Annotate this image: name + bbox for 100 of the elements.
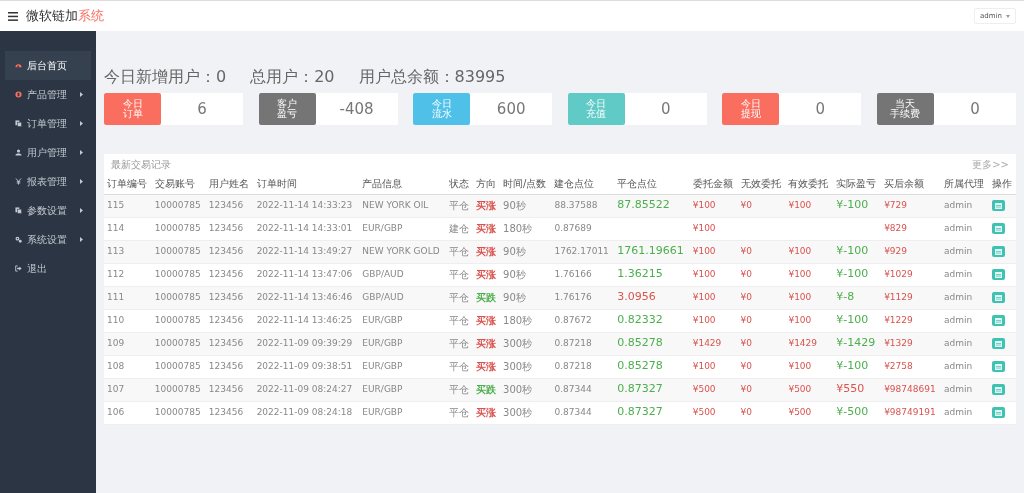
table-cell: ¥829	[881, 217, 941, 240]
table-cell: GBP/AUD	[359, 286, 446, 309]
table-cell: ¥1429	[785, 332, 834, 355]
stat-label: 今日提现	[722, 93, 780, 125]
table-cell: ¥-100	[833, 263, 882, 286]
table-cell: 123456	[205, 355, 254, 378]
table-cell: ¥-100	[833, 309, 882, 332]
column-header: 无效委托	[737, 174, 786, 194]
table-cell: 110	[104, 309, 152, 332]
table-cell: admin	[941, 217, 989, 240]
table-cell: ¥100	[785, 194, 834, 217]
table-cell: ¥100	[689, 263, 738, 286]
stat-label: 客户盈亏	[258, 93, 316, 125]
table-cell: ¥-100	[833, 240, 882, 263]
table-cell: ¥0	[737, 355, 786, 378]
table-cell: 买涨	[473, 332, 501, 355]
sidebar-item[interactable]: 退出	[5, 254, 91, 283]
view-button[interactable]	[991, 223, 1005, 234]
sidebar-item[interactable]: 后台首页	[5, 51, 91, 80]
table-cell: 108	[104, 355, 152, 378]
column-header: 委托金额	[689, 174, 738, 194]
table-cell: 买涨	[473, 217, 501, 240]
table-cell: 0.82332	[614, 309, 690, 332]
list-icon	[994, 317, 1002, 324]
table-cell: GBP/AUD	[359, 263, 446, 286]
table-cell: 0.87689	[551, 217, 615, 240]
view-button[interactable]	[991, 200, 1005, 211]
column-header: 时间/点数	[500, 174, 552, 194]
table-cell: 112	[104, 263, 152, 286]
list-icon	[994, 363, 1002, 370]
stat-value: 0	[814, 98, 827, 120]
table-cell: ¥1229	[881, 309, 941, 332]
sidebar-item[interactable]: 订单管理	[5, 109, 91, 138]
table-cell: 87.85522	[614, 194, 690, 217]
view-button[interactable]	[991, 246, 1005, 257]
user-icon	[15, 149, 22, 156]
table-cell: ¥-500	[833, 401, 882, 424]
table-cell: admin	[941, 286, 989, 309]
table-cell: NEW YORK OIL	[359, 194, 446, 217]
table-cell: 买涨	[473, 401, 501, 424]
table-cell: 300秒	[500, 401, 552, 424]
sidebar-item[interactable]: 用户管理	[5, 138, 91, 167]
table-cell: 180秒	[500, 309, 552, 332]
column-header: 订单编号	[104, 174, 152, 194]
table-cell: 90秒	[500, 240, 552, 263]
table-cell: ¥100	[689, 309, 738, 332]
table-cell: admin	[941, 309, 989, 332]
gauge-icon	[15, 62, 22, 69]
table-cell: 10000785	[151, 217, 206, 240]
summary-stat: 今日新增用户：0	[104, 66, 227, 88]
table-cell: ¥729	[881, 194, 941, 217]
table-cell: ¥100	[785, 286, 834, 309]
table-cell: 建仓	[446, 217, 474, 240]
table-cell: ¥1129	[881, 286, 941, 309]
table-cell: 10000785	[151, 355, 206, 378]
view-button[interactable]	[991, 361, 1005, 372]
view-button[interactable]	[991, 292, 1005, 303]
stat-label: 当天手续费	[876, 93, 934, 125]
column-header: 所属代理	[941, 174, 989, 194]
table-cell: 300秒	[500, 355, 552, 378]
table-cell: 0.87327	[614, 401, 690, 424]
sidebar-item[interactable]: 参数设置	[5, 196, 91, 225]
table-cell: 买涨	[473, 240, 501, 263]
table-cell: EUR/GBP	[359, 378, 446, 401]
table-cell: 90秒	[500, 263, 552, 286]
sidebar-item[interactable]: 系统设置	[5, 225, 91, 254]
view-button[interactable]	[991, 407, 1005, 418]
column-header: 方向	[473, 174, 501, 194]
menu-icon[interactable]	[8, 11, 18, 21]
table-cell: EUR/GBP	[359, 332, 446, 355]
view-button[interactable]	[991, 315, 1005, 326]
sidebar-item[interactable]: 产品管理	[5, 80, 91, 109]
table-cell: 180秒	[500, 217, 552, 240]
table-cell: ¥0	[737, 401, 786, 424]
table-cell: ¥-8	[833, 286, 882, 309]
stat-value: 0	[969, 98, 981, 120]
view-button[interactable]	[991, 338, 1005, 349]
table-cell: admin	[941, 355, 989, 378]
table-cell: ¥929	[881, 240, 941, 263]
table-cell: 0.87672	[551, 309, 615, 332]
stat-label: 今日订单	[104, 93, 161, 125]
summary-stat: 总用户：20	[250, 66, 335, 88]
table-title: 最新交易记录	[111, 157, 171, 172]
table-cell: admin	[941, 263, 989, 286]
table-cell: ¥550	[833, 378, 882, 401]
summary-stat: 用户总余额：83995	[358, 66, 506, 88]
table-cell: ¥1329	[881, 332, 941, 355]
table-cell: ¥98749191	[881, 401, 941, 424]
table-cell: ¥500	[689, 401, 738, 424]
table-cell: NEW YORK GOLD	[359, 240, 446, 263]
table-cell: 买涨	[473, 355, 501, 378]
table-cell: 3.0956	[614, 286, 690, 309]
view-button[interactable]	[991, 269, 1005, 280]
table-cell: 1.76176	[551, 286, 615, 309]
sidebar-item[interactable]: 报表管理	[5, 167, 91, 196]
table-cell: 300秒	[500, 332, 552, 355]
table-cell: admin	[941, 378, 989, 401]
view-button[interactable]	[991, 384, 1005, 395]
table-cell: ¥-100	[833, 194, 882, 217]
table-cell: admin	[941, 240, 989, 263]
